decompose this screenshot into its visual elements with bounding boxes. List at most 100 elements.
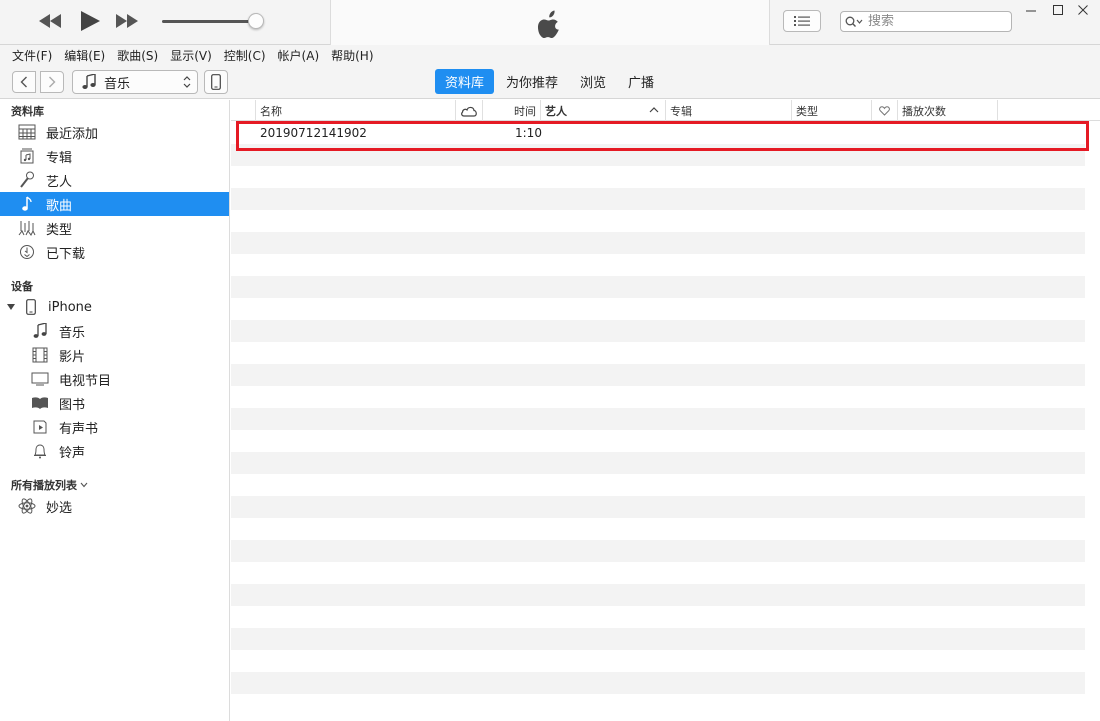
device-button[interactable] <box>204 70 228 94</box>
sidebar-item-label: 妙选 <box>46 500 73 516</box>
table-row-empty <box>231 474 1085 496</box>
table-row-empty <box>231 584 1085 606</box>
close-icon <box>1078 5 1088 15</box>
sidebar-item-recently-added[interactable]: 最近添加 <box>0 120 229 144</box>
book-icon <box>29 393 51 413</box>
sidebar-item-label: 电视节目 <box>59 373 112 389</box>
menu-edit[interactable]: 编辑(E) <box>58 47 111 64</box>
column-header-album[interactable]: 专辑 <box>666 100 792 121</box>
play-button[interactable] <box>79 10 101 32</box>
table-row-empty <box>231 430 1085 452</box>
table-row-empty <box>231 342 1085 364</box>
genre-icon <box>16 218 38 238</box>
music-note-icon <box>29 321 51 341</box>
menu-file[interactable]: 文件(F) <box>6 47 58 64</box>
column-header-icloud[interactable] <box>456 100 483 121</box>
table-row[interactable]: 20190712141902 1:10 <box>231 122 1085 144</box>
up-next-list-button[interactable] <box>783 10 821 32</box>
column-header-name[interactable]: 名称 <box>256 100 456 121</box>
tab-browse[interactable]: 浏览 <box>570 69 616 94</box>
sidebar-device-item-tv-shows[interactable]: 电视节目 <box>0 367 229 391</box>
minimize-button[interactable] <box>1020 2 1042 18</box>
menu-view[interactable]: 显示(V) <box>164 47 218 64</box>
menu-account[interactable]: 帐户(A) <box>272 47 326 64</box>
bell-icon <box>29 441 51 461</box>
vertical-scrollbar[interactable] <box>1085 121 1100 721</box>
sidebar-device-item-books[interactable]: 图书 <box>0 391 229 415</box>
sidebar-item-albums[interactable]: 专辑 <box>0 144 229 168</box>
devices-section-header: 设备 <box>11 280 33 293</box>
play-icon <box>81 11 100 31</box>
sidebar-item-label: 铃声 <box>59 445 86 461</box>
column-header-time[interactable]: 时间 <box>483 100 541 121</box>
sidebar-item-label: 歌曲 <box>46 198 73 214</box>
sidebar-item-label: 音乐 <box>59 325 86 341</box>
sidebar-item-songs[interactable]: 歌曲 <box>0 192 229 216</box>
close-button[interactable] <box>1072 2 1094 18</box>
column-header-row: 名称 时间 艺人 专辑 类型 播放次数 <box>231 100 1100 121</box>
transport-controls <box>0 0 330 45</box>
search-input[interactable] <box>868 14 998 29</box>
navigation-bar: 音乐 资料库 为你推荐 浏览 广播 <box>0 65 1100 99</box>
table-row-empty <box>231 144 1085 166</box>
volume-slider-track[interactable] <box>162 20 257 23</box>
menu-help[interactable]: 帮助(H) <box>325 47 379 64</box>
apple-logo-icon <box>537 8 563 41</box>
menu-controls[interactable]: 控制(C) <box>218 47 272 64</box>
table-row-empty <box>231 672 1085 694</box>
tab-radio[interactable]: 广播 <box>618 69 664 94</box>
iphone-icon <box>20 297 42 317</box>
column-header-genre[interactable]: 类型 <box>792 100 872 121</box>
tab-library[interactable]: 资料库 <box>435 69 495 94</box>
chevron-down-icon <box>80 482 88 488</box>
playlists-header-label: 所有播放列表 <box>11 479 77 492</box>
column-header-artist[interactable]: 艺人 <box>541 100 666 121</box>
sidebar-device-iphone[interactable]: iPhone <box>0 295 229 319</box>
column-header-artist-label: 艺人 <box>545 104 567 118</box>
player-bar <box>0 0 1100 45</box>
tab-for-you[interactable]: 为你推荐 <box>496 69 568 94</box>
table-row-empty <box>231 562 1085 584</box>
sidebar-item-genres[interactable]: 类型 <box>0 216 229 240</box>
volume-slider-knob[interactable] <box>248 13 264 29</box>
table-row-empty <box>231 320 1085 342</box>
now-playing-display <box>330 0 770 45</box>
song-rows: 20190712141902 1:10 <box>231 122 1085 716</box>
audiobook-icon <box>29 417 51 437</box>
song-list: 名称 时间 艺人 专辑 类型 播放次数 20190712141902 1:10 <box>231 100 1100 721</box>
maximize-button[interactable] <box>1047 2 1069 18</box>
chevron-right-icon <box>49 76 56 88</box>
menu-song[interactable]: 歌曲(S) <box>111 47 164 64</box>
heart-icon <box>879 105 890 116</box>
sort-ascending-icon <box>649 107 659 113</box>
song-time-cell: 1:10 <box>515 126 542 140</box>
library-tabs: 资料库 为你推荐 浏览 广播 <box>435 69 666 94</box>
column-header-love[interactable] <box>872 100 898 121</box>
table-row-empty <box>231 188 1085 210</box>
sidebar-device-item-movies[interactable]: 影片 <box>0 343 229 367</box>
genius-atom-icon <box>16 496 38 516</box>
playlists-section-header[interactable]: 所有播放列表 <box>11 477 88 493</box>
column-header-plays[interactable]: 播放次数 <box>898 100 998 121</box>
sidebar-item-artists[interactable]: 艺人 <box>0 168 229 192</box>
grid-icon <box>16 122 38 142</box>
fast-forward-button[interactable] <box>115 14 139 28</box>
sidebar-device-item-audiobooks[interactable]: 有声书 <box>0 415 229 439</box>
media-type-selector[interactable]: 音乐 <box>72 70 198 94</box>
back-button[interactable] <box>12 71 36 93</box>
sidebar-device-item-music[interactable]: 音乐 <box>0 319 229 343</box>
microphone-icon <box>16 170 38 190</box>
sidebar-device-item-ringtones[interactable]: 铃声 <box>0 439 229 463</box>
forward-button[interactable] <box>40 71 64 93</box>
search-box[interactable] <box>840 11 1012 32</box>
rewind-button[interactable] <box>38 14 62 28</box>
table-row-empty <box>231 628 1085 650</box>
sidebar-item-label: 已下载 <box>46 246 86 262</box>
tv-icon <box>29 369 51 389</box>
sidebar-playlist-genius[interactable]: 妙选 <box>0 494 229 518</box>
sidebar-item-downloaded[interactable]: 已下载 <box>0 240 229 264</box>
list-icon <box>794 16 810 26</box>
sidebar-item-label: 影片 <box>59 349 86 365</box>
search-icon <box>845 16 863 27</box>
device-name: iPhone <box>48 299 92 315</box>
